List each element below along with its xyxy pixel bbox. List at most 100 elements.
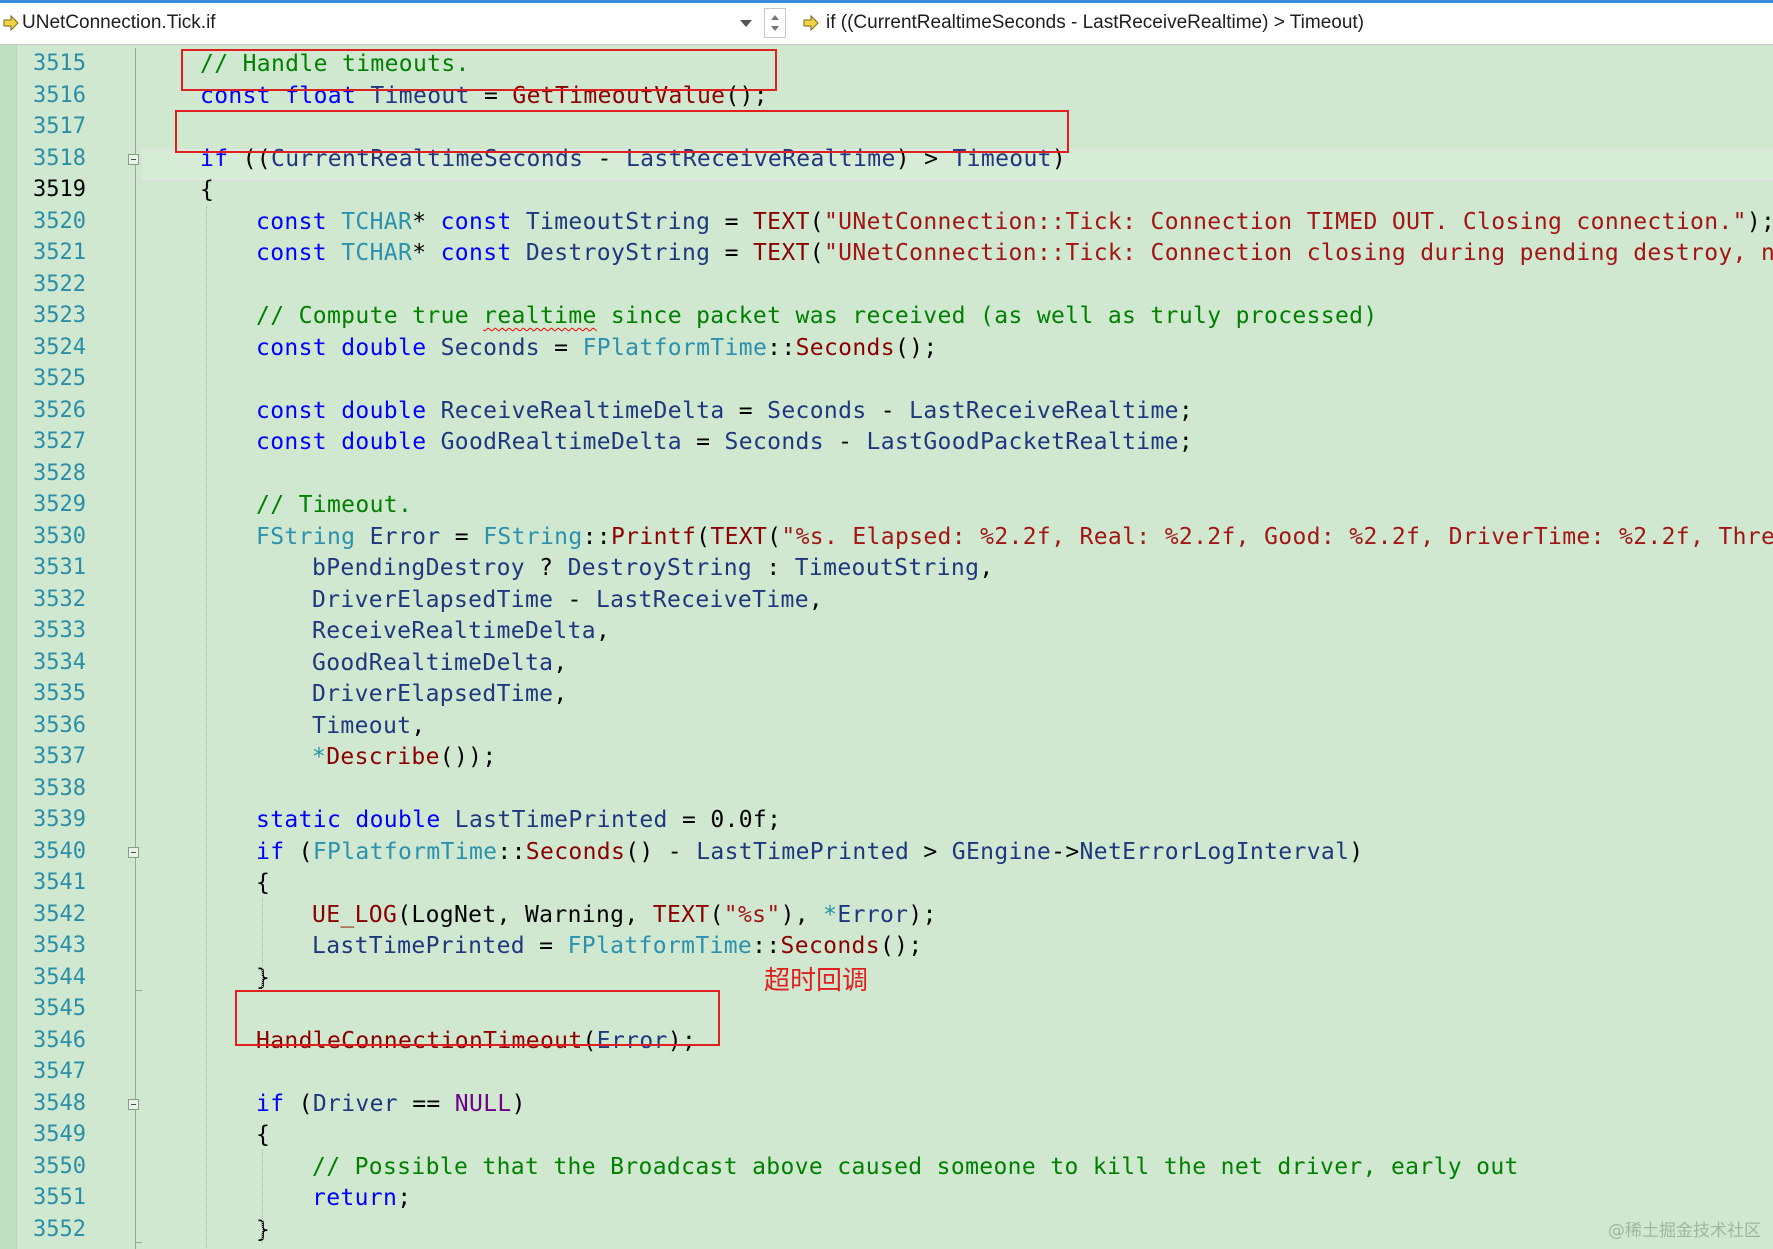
code-line[interactable]: 3525 — [0, 363, 1773, 394]
code-text[interactable]: } — [256, 965, 270, 991]
code-line[interactable]: 3539 static double LastTimePrinted = 0.0f… — [0, 804, 1773, 835]
code-line[interactable]: 3532 DriverElapsedTime - LastReceiveTime, — [0, 584, 1773, 615]
line-number: 3537 — [33, 744, 86, 769]
code-line[interactable]: 3553} — [0, 1245, 1773, 1249]
code-text[interactable]: const double Seconds = FPlatformTime::Se… — [256, 335, 938, 361]
code-line[interactable]: 3552} — [0, 1214, 1773, 1245]
code-text[interactable]: *Describe()); — [312, 744, 497, 770]
code-text[interactable]: GoodRealtimeDelta, — [312, 650, 568, 676]
code-token: ; — [397, 1185, 412, 1211]
annotation-box-timeout-check — [175, 110, 1069, 153]
code-text[interactable]: const double GoodRealtimeDelta = Seconds… — [256, 429, 1193, 455]
code-text[interactable]: if (Driver == NULL) — [256, 1091, 526, 1117]
code-line[interactable]: 3533 ReceiveRealtimeDelta, — [0, 615, 1773, 646]
member-dropdown[interactable]: if ((CurrentRealtimeSeconds - LastReceiv… — [826, 12, 1364, 34]
code-line[interactable]: 3531 bPendingDestroy ? DestroyString : Ti… — [0, 552, 1773, 583]
code-token: TEXT — [652, 901, 710, 928]
code-text[interactable]: return; — [312, 1185, 411, 1211]
code-token: "UNetConnection::Tick: Connection closin… — [823, 240, 1773, 266]
code-text[interactable]: UE_LOG(LogNet, Warning, TEXT("%s"), *Err… — [312, 902, 937, 928]
code-line[interactable]: 3534 GoodRealtimeDelta, — [0, 647, 1773, 678]
code-line[interactable]: 3526 const double ReceiveRealtimeDelta = … — [0, 395, 1773, 426]
code-line[interactable]: 3541 { — [0, 867, 1773, 898]
code-text[interactable]: DriverElapsedTime - LastReceiveTime, — [312, 587, 823, 613]
code-text[interactable]: // Compute true realtime since packet wa… — [256, 303, 1378, 329]
code-token: , — [624, 901, 653, 928]
code-line[interactable]: 3550 // Possible that the Broadcast above… — [0, 1151, 1773, 1182]
code-line[interactable]: 3537 *Describe()); — [0, 741, 1773, 772]
code-text[interactable]: const TCHAR* const DestroyString = TEXT(… — [256, 240, 1773, 266]
code-line[interactable]: 3527 const double GoodRealtimeDelta = Sec… — [0, 426, 1773, 457]
code-text[interactable]: LastTimePrinted = FPlatformTime::Seconds… — [312, 933, 923, 959]
code-token: double — [341, 429, 427, 455]
spin-up-icon[interactable] — [771, 15, 779, 20]
code-line[interactable]: 3538 — [0, 773, 1773, 804]
code-line[interactable]: 3548 if (Driver == NULL) — [0, 1088, 1773, 1119]
code-token: ( — [284, 1090, 313, 1117]
code-text[interactable]: { — [256, 870, 270, 896]
code-line[interactable]: 3547 — [0, 1056, 1773, 1087]
code-text[interactable]: FString Error = FString::Printf(TEXT("%s… — [256, 524, 1773, 550]
chevron-down-icon[interactable] — [740, 20, 752, 27]
collapse-icon[interactable] — [128, 846, 139, 858]
scope-spinner[interactable] — [764, 8, 786, 38]
code-text[interactable]: Timeout, — [312, 713, 426, 739]
code-token: = — [667, 807, 711, 833]
code-line[interactable]: 3523 // Compute true realtime since packe… — [0, 300, 1773, 331]
code-token: () - — [625, 838, 697, 865]
code-token: ? — [524, 555, 568, 581]
code-text[interactable]: if (FPlatformTime::Seconds() - LastTimeP… — [256, 839, 1364, 865]
code-token: FString — [483, 523, 583, 550]
code-token: FPlatformTime — [567, 933, 753, 959]
code-token: , — [553, 649, 568, 676]
code-token: = — [440, 523, 484, 550]
spin-down-icon[interactable] — [771, 26, 779, 31]
code-text[interactable]: { — [256, 1122, 270, 1148]
code-line[interactable]: 3536 Timeout, — [0, 710, 1773, 741]
collapse-icon[interactable] — [128, 153, 139, 165]
code-line[interactable]: 3549 { — [0, 1119, 1773, 1150]
code-text[interactable]: } — [256, 1217, 270, 1243]
line-number: 3523 — [33, 303, 86, 328]
code-token: const — [256, 397, 327, 424]
collapse-icon[interactable] — [128, 1098, 139, 1110]
code-token: (); — [879, 933, 923, 959]
code-text[interactable]: DriverElapsedTime, — [312, 681, 568, 707]
code-line[interactable]: 3542 UE_LOG(LogNet, Warning, TEXT("%s"), … — [0, 899, 1773, 930]
code-text[interactable]: bPendingDestroy ? DestroyString : Timeou… — [312, 555, 994, 581]
code-text[interactable]: { — [200, 177, 214, 203]
code-token: FPlatformTime — [312, 838, 498, 865]
code-text[interactable]: const double ReceiveRealtimeDelta = Seco… — [256, 398, 1193, 424]
code-line[interactable]: 3530 FString Error = FString::Printf(TEXT… — [0, 521, 1773, 552]
annotation-box-timeout-value — [181, 49, 777, 91]
code-token: ); — [1746, 208, 1773, 235]
code-text[interactable]: const TCHAR* const TimeoutString = TEXT(… — [256, 209, 1773, 235]
scope-dropdown[interactable]: UNetConnection.Tick.if — [22, 12, 216, 34]
code-line[interactable]: 3529 // Timeout. — [0, 489, 1773, 520]
code-editor[interactable]: 3515// Handle timeouts. 3516 const float T… — [0, 45, 1773, 1249]
code-token: // Compute true — [256, 303, 484, 329]
code-token: :: — [767, 334, 796, 361]
code-line[interactable]: 3551 return; — [0, 1182, 1773, 1213]
code-line[interactable]: 3544} — [0, 962, 1773, 993]
code-token: GoodRealtimeDelta — [440, 429, 682, 455]
arrow-right-icon — [3, 14, 19, 32]
code-line[interactable]: 3521 const TCHAR* const DestroyString = T… — [0, 237, 1773, 268]
code-line[interactable]: 3535 DriverElapsedTime, — [0, 678, 1773, 709]
code-line[interactable]: 3520 const TCHAR* const TimeoutString = T… — [0, 206, 1773, 237]
code-line[interactable]: 3540 if (FPlatformTime::Seconds() - LastT… — [0, 836, 1773, 867]
code-line[interactable]: 3528 — [0, 458, 1773, 489]
code-line[interactable]: 3522 — [0, 269, 1773, 300]
code-text[interactable]: ReceiveRealtimeDelta, — [312, 618, 610, 644]
code-text[interactable]: // Timeout. — [256, 492, 412, 518]
code-line[interactable]: 3519 { — [0, 174, 1773, 205]
line-number: 3549 — [33, 1122, 86, 1147]
code-line[interactable]: 3543 LastTimePrinted = FPlatformTime::Sec… — [0, 930, 1773, 961]
code-token: "%s" — [723, 901, 781, 928]
code-text[interactable]: // Possible that the Broadcast above cau… — [312, 1154, 1519, 1180]
code-line[interactable]: 3524 const double Seconds = FPlatformTime… — [0, 332, 1773, 363]
code-token: , — [979, 555, 994, 581]
code-text[interactable]: static double LastTimePrinted = 0.0f; — [256, 807, 781, 833]
code-token: LastGoodPacketRealtime — [866, 429, 1179, 455]
